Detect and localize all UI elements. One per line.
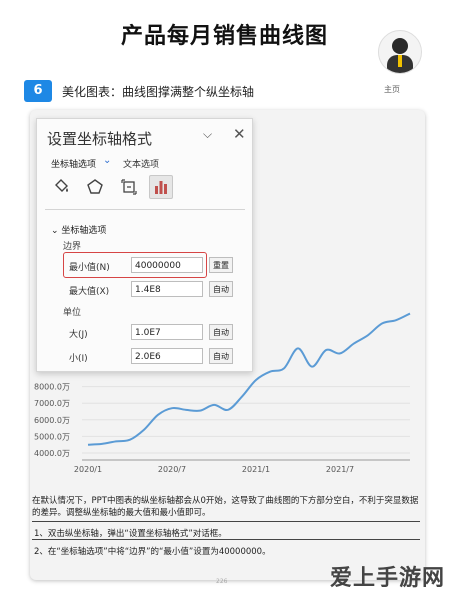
page-number: 226 (216, 578, 228, 585)
max-auto-button[interactable]: 自动 (209, 281, 233, 297)
collapse-chevron-icon[interactable]: ⌄ (51, 226, 59, 236)
instruction-step-1: 1、双击纵坐标轴，弹出“设置坐标轴格式”对话框。 (34, 529, 227, 539)
description-text: 在默认情况下，PPT中图表的纵坐标轴都会从0开始，这导致了曲线图的下方部分空白，… (32, 496, 419, 518)
bar-chart-icon[interactable] (149, 175, 173, 199)
minor-auto-button[interactable]: 自动 (209, 348, 233, 364)
major-unit-label: 大(J) (69, 330, 88, 340)
divider-line (32, 539, 420, 540)
x-tick-label: 2020/7 (158, 465, 186, 474)
divider-line (32, 521, 420, 522)
pentagon-effects-icon[interactable] (83, 175, 107, 199)
max-label: 最大值(X) (69, 287, 110, 297)
fill-bucket-icon[interactable] (49, 175, 73, 199)
section-axis-options-label: 坐标轴选项 (61, 226, 107, 236)
units-group-label: 单位 (63, 308, 82, 318)
avatar-head (392, 38, 408, 54)
dialog-divider (45, 209, 245, 210)
x-tick-label: 2021/1 (242, 465, 270, 474)
tab-axis-options[interactable]: 坐标轴选项 (51, 157, 96, 170)
major-unit-input[interactable]: 1.0E7 (131, 324, 203, 340)
min-label: 最小值(N) (69, 263, 110, 273)
y-tick-label: 7000.0万 (34, 399, 70, 408)
y-tick-label: 5000.0万 (34, 432, 70, 441)
home-link[interactable]: 主页 (384, 84, 400, 95)
dialog-title: 设置坐标轴格式 (47, 130, 153, 148)
minor-unit-input[interactable]: 2.0E6 (131, 348, 203, 364)
format-axis-dialog: 设置坐标轴格式 ⌵ ✕ 坐标轴选项 ⌄ 文本选项 ⌄ 坐标轴选项 边界 最小值(… (36, 118, 253, 372)
avatar-tie (398, 55, 402, 67)
dialog-close-icon[interactable]: ✕ (233, 125, 246, 143)
y-tick-label: 4000.0万 (34, 449, 70, 458)
max-value-input[interactable]: 1.4E8 (131, 281, 203, 297)
author-avatar[interactable] (378, 30, 422, 74)
min-reset-button[interactable]: 重置 (209, 257, 233, 273)
min-value-input[interactable]: 40000000 (131, 257, 203, 273)
tab-text-options[interactable]: 文本选项 (123, 157, 159, 170)
dialog-options-chevron-icon[interactable]: ⌵ (203, 127, 212, 142)
step-number-badge: 6 (24, 80, 52, 102)
watermark: 爱上手游网 (330, 566, 446, 591)
section-axis-options[interactable]: ⌄ 坐标轴选项 (51, 223, 106, 236)
instruction-step-2: 2、在“坐标轴选项”中将“边界”的“最小值”设置为40000000。 (34, 547, 271, 557)
minor-unit-label: 小(I) (69, 354, 88, 364)
step-heading: 美化图表：曲线图撑满整个纵坐标轴 (62, 85, 255, 99)
x-tick-label: 2021/7 (326, 465, 354, 474)
y-tick-label: 8000.0万 (34, 383, 70, 392)
size-properties-icon[interactable] (117, 175, 141, 199)
major-auto-button[interactable]: 自动 (209, 324, 233, 340)
bounds-group-label: 边界 (63, 242, 82, 252)
x-tick-label: 2020/1 (74, 465, 102, 474)
y-tick-label: 6000.0万 (34, 416, 70, 425)
tab-dropdown-chevron-icon[interactable]: ⌄ (103, 155, 111, 166)
